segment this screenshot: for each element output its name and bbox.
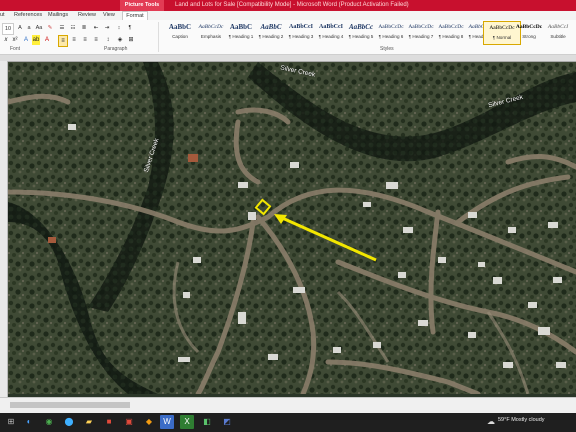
borders-icon[interactable]: ⊞ (127, 35, 135, 45)
weather-description: Mostly cloudy (511, 417, 545, 423)
align-center-icon[interactable]: ≡ (70, 35, 78, 45)
text-effects-icon[interactable]: A (22, 35, 30, 45)
font-color-icon[interactable]: A (43, 35, 51, 45)
vertical-ruler (0, 61, 8, 397)
tab-layout[interactable]: ut (0, 11, 5, 20)
align-left-icon[interactable]: ≡ (58, 35, 68, 47)
justify-icon[interactable]: ≡ (92, 35, 100, 45)
window-title: Land and Lots for Sale [Compatibility Mo… (175, 2, 409, 8)
acrobat-icon[interactable]: ▣ (122, 415, 136, 429)
format-controls: x x² A ab A ≡ ≡ ≡ ≡ ↕ ◈ ⊞ (0, 35, 160, 47)
show-formatting-icon[interactable]: ¶ (126, 23, 134, 33)
styles-group-label: Styles (380, 46, 394, 52)
file-explorer-icon[interactable]: ▰ (82, 415, 96, 429)
multilevel-list-icon[interactable]: ≣ (80, 23, 88, 33)
styles-gallery: AaBbC Caption AaBbCcDc Emphasis AaBbC ¶ Hea… (162, 21, 576, 46)
aerial-map-svg (8, 62, 576, 394)
grow-font-icon[interactable]: A (16, 23, 24, 33)
bullets-icon[interactable]: ☰ (58, 23, 66, 33)
tab-references[interactable]: References (14, 11, 42, 20)
tab-review[interactable]: Review (78, 11, 96, 20)
line-spacing-icon[interactable]: ↕ (104, 35, 112, 45)
paragraph-group-label: Paragraph (104, 46, 128, 52)
numbering-icon[interactable]: ☷ (69, 23, 77, 33)
app-icon-green[interactable]: ◧ (200, 415, 214, 429)
word-icon[interactable]: W (160, 415, 174, 429)
font-controls: 10 A a Aa ✎ ☰ ☷ ≣ ⇤ ⇥ ↕ ¶ (0, 23, 150, 35)
weather-widget[interactable]: 59°F Mostly cloudy (498, 417, 545, 423)
ribbon-tabs: ut References Mailings Review View Forma… (0, 11, 576, 20)
font-size-dropdown[interactable]: 10 (2, 23, 14, 35)
app-icon-blue[interactable]: ◩ (220, 415, 234, 429)
tab-view[interactable]: View (103, 11, 115, 20)
excel-icon[interactable]: X (180, 415, 194, 429)
tab-format[interactable]: Format (122, 11, 148, 20)
picture-tools-context-tab[interactable]: Picture Tools (120, 0, 164, 11)
align-right-icon[interactable]: ≡ (81, 35, 89, 45)
weather-icon[interactable]: ☁ (484, 415, 498, 429)
horizontal-scrollbar[interactable] (0, 397, 576, 414)
shrink-font-icon[interactable]: a (25, 23, 33, 33)
font-group-label: Font (10, 46, 21, 52)
horizontal-ruler (0, 55, 576, 62)
increase-indent-icon[interactable]: ⇥ (103, 23, 111, 33)
app-icon-red[interactable]: ■ (102, 415, 116, 429)
aerial-map-image[interactable]: Silver Creek Silver Creek Silver Creek (8, 62, 576, 394)
clear-format-icon[interactable]: ✎ (46, 23, 54, 33)
superscript-icon[interactable]: x² (11, 35, 19, 45)
windows-start-icon[interactable]: ⊞ (4, 415, 18, 429)
tab-mailings[interactable]: Mailings (48, 11, 68, 20)
style-subtitle[interactable]: AaBbCcI Subtitle (540, 21, 576, 45)
weather-temperature: 59°F (498, 417, 510, 423)
app-icon-orange[interactable]: ◆ (142, 415, 156, 429)
chrome-icon[interactable]: ◉ (42, 415, 56, 429)
shading-icon[interactable]: ◈ (116, 35, 124, 45)
decrease-indent-icon[interactable]: ⇤ (92, 23, 100, 33)
browser-icon[interactable]: ⬤ (62, 415, 76, 429)
group-divider (158, 22, 159, 52)
change-case-icon[interactable]: Aa (35, 23, 43, 33)
taskbar: ⊞ ◐ ◉ ⬤ ▰ ■ ▣ ◆ W X ◧ ◩ ☁ 59°F Mostly cl… (0, 413, 576, 432)
title-bar: Picture Tools Land and Lots for Sale [Co… (0, 0, 576, 11)
highlight-icon[interactable]: ab (32, 35, 40, 45)
sort-icon[interactable]: ↕ (115, 23, 123, 33)
scrollbar-thumb[interactable] (10, 402, 130, 408)
subscript-icon[interactable]: x (2, 35, 10, 45)
ribbon: 10 A a Aa ✎ ☰ ☷ ≣ ⇤ ⇥ ↕ ¶ x x² A ab A ≡ … (0, 20, 576, 55)
edge-icon[interactable]: ◐ (22, 415, 36, 429)
